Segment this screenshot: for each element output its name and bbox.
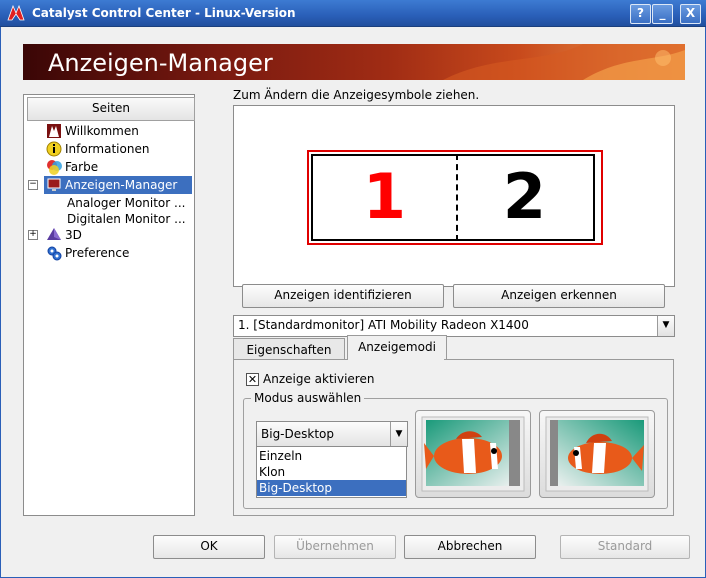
sidebar-item-label: Preference <box>65 246 130 260</box>
window-title: Catalyst Control Center - Linux-Version <box>32 6 296 20</box>
clownfish-wallpaper-image <box>421 416 525 492</box>
expand-icon: + <box>28 229 38 240</box>
sidebar-item-label: Anzeigen-Manager <box>65 178 178 192</box>
3d-icon <box>47 228 61 240</box>
sidebar-item-label: Willkommen <box>65 124 139 138</box>
sidebar-item-anzeigen-manager[interactable]: Anzeigen-Manager <box>44 176 192 194</box>
sidebar-item-digitalen-monitor[interactable]: Digitalen Monitor ... <box>67 210 186 228</box>
tab-eigenschaften[interactable]: Eigenschaften <box>233 338 345 361</box>
monitor-select-value: 1. [Standardmonitor] ATI Mobility Radeon… <box>238 318 529 332</box>
collapse-anzeigen-manager[interactable]: − <box>28 176 38 194</box>
mode-dropdown-list: Einzeln Klon Big-Desktop <box>256 446 407 498</box>
minimize-button[interactable]: _ <box>652 4 673 24</box>
catalyst-app-icon <box>7 5 25 21</box>
sidebar-header: Seiten <box>27 97 195 121</box>
monitor-select[interactable]: 1. [Standardmonitor] ATI Mobility Radeon… <box>233 315 675 337</box>
chevron-down-icon: ▼ <box>390 422 407 446</box>
mode-option-klon[interactable]: Klon <box>257 464 406 480</box>
preference-icon <box>47 246 62 261</box>
display-2-number: 2 <box>502 160 547 233</box>
sidebar-item-label: Farbe <box>65 160 99 174</box>
monitor-preview-2 <box>539 410 655 498</box>
chevron-down-icon: ▼ <box>657 316 674 336</box>
info-icon <box>46 141 62 157</box>
mode-option-big-desktop[interactable]: Big-Desktop <box>257 480 406 496</box>
sidebar-item-label: Informationen <box>65 142 150 156</box>
default-button[interactable]: Standard <box>560 535 690 559</box>
collapse-icon: − <box>28 179 38 190</box>
mode-select-value: Big-Desktop <box>261 427 335 441</box>
display-2[interactable]: 2 <box>456 154 595 241</box>
display-1[interactable]: 1 <box>311 154 458 241</box>
expand-3d[interactable]: + <box>28 226 38 244</box>
active-tab-join <box>348 358 444 360</box>
apply-button[interactable]: Übernehmen <box>274 535 396 559</box>
help-button[interactable]: ? <box>630 4 651 24</box>
monitor-preview-1 <box>415 410 531 498</box>
mode-option-einzeln[interactable]: Einzeln <box>257 448 406 464</box>
cancel-button[interactable]: Abbrechen <box>404 535 536 559</box>
sidebar-item-label: 3D <box>65 228 82 242</box>
ok-button[interactable]: OK <box>153 535 265 559</box>
detect-displays-button[interactable]: Anzeigen erkennen <box>453 284 665 308</box>
welcome-icon <box>47 124 61 138</box>
close-button[interactable]: X <box>680 4 701 24</box>
identify-displays-button[interactable]: Anzeigen identifizieren <box>242 284 444 308</box>
display-group[interactable]: 1 2 <box>307 150 603 245</box>
display-1-number: 1 <box>362 160 407 233</box>
clownfish-wallpaper-image <box>545 416 649 492</box>
mode-select[interactable]: Big-Desktop ▼ <box>256 421 408 447</box>
mode-groupbox-legend: Modus auswählen <box>251 391 365 405</box>
display-manager-icon <box>47 178 61 191</box>
enable-display-checkbox[interactable]: ✕ <box>246 373 259 386</box>
enable-display-label: Anzeige aktivieren <box>263 372 375 386</box>
sidebar-item-label: Analoger Monitor ... <box>67 196 186 210</box>
page-title: Anzeigen-Manager <box>48 49 273 77</box>
instruction-text: Zum Ändern die Anzeigesymbole ziehen. <box>233 88 480 102</box>
sidebar-item-label: Digitalen Monitor ... <box>67 212 186 226</box>
color-icon <box>47 160 62 175</box>
